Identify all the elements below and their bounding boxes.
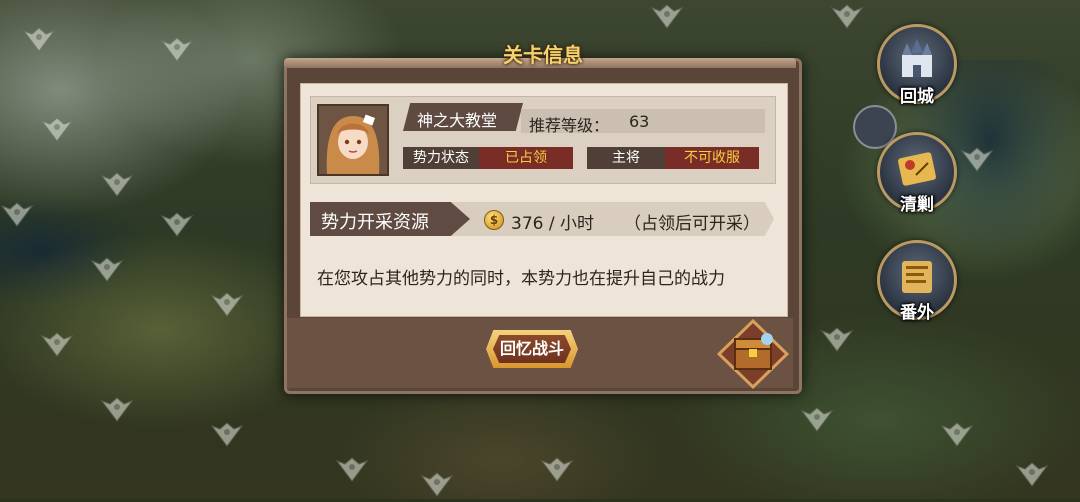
map-emblem-icon[interactable]	[100, 170, 134, 198]
resource-note: （占领后可开采）	[624, 214, 760, 234]
extra-label: 番外	[900, 303, 934, 323]
map-emblem-icon[interactable]	[160, 210, 194, 238]
scroll-icon	[902, 261, 932, 293]
map-emblem-icon[interactable]	[210, 290, 244, 318]
map-emblem-icon[interactable]	[22, 25, 56, 53]
stage-description: 在您攻占其他势力的同时，本势力也在提升自己的战力	[317, 269, 725, 289]
map-emblem-icon[interactable]	[830, 2, 864, 30]
map-emblem-icon[interactable]	[650, 2, 684, 30]
map-emblem-icon[interactable]	[160, 35, 194, 63]
stage-name: 神之大教堂	[417, 111, 498, 130]
return-city-label: 回城	[900, 87, 934, 107]
map-emblem-icon[interactable]	[800, 405, 834, 433]
stage-info-dialog: 关卡信息 神之大教堂 推荐等级： 63 势力状态 已占领 主将 不可收服 势力开…	[284, 43, 802, 394]
clear-button[interactable]: 清剿	[877, 132, 957, 215]
coin-icon: $	[484, 210, 504, 230]
map-emblem-icon[interactable]	[820, 325, 854, 353]
map-emblem-icon[interactable]	[210, 420, 244, 448]
map-emblem-icon[interactable]	[1015, 460, 1049, 488]
general-value: 不可收服	[665, 147, 759, 169]
recall-battle-button[interactable]: 回忆战斗	[493, 335, 571, 363]
extra-button[interactable]: 番外	[877, 240, 957, 323]
map-emblem-icon[interactable]	[100, 395, 134, 423]
recommended-level-value: 63	[629, 112, 650, 131]
general-label: 主将	[587, 147, 665, 169]
clear-label: 清剿	[900, 195, 934, 215]
faction-status-label: 势力状态	[403, 147, 479, 169]
map-emblem-icon[interactable]	[335, 455, 369, 483]
dialog-paper: 神之大教堂 推荐等级： 63 势力状态 已占领 主将 不可收服 势力开采资源 $…	[300, 83, 788, 317]
castle-icon	[902, 39, 932, 77]
map-emblem-icon[interactable]	[940, 420, 974, 448]
map-emblem-icon[interactable]	[90, 255, 124, 283]
recommended-level-label: 推荐等级：	[529, 116, 610, 135]
map-emblem-icon[interactable]	[40, 115, 74, 143]
resource-rate: 376 / 小时	[511, 214, 594, 234]
map-emblem-icon[interactable]	[0, 200, 34, 228]
dialog-title: 关卡信息	[503, 43, 583, 67]
faction-status-value: 已占领	[479, 147, 573, 169]
commander-avatar	[317, 104, 389, 176]
map-emblem-icon[interactable]	[540, 455, 574, 483]
treasure-map-icon	[898, 152, 936, 186]
map-emblem-icon[interactable]	[40, 330, 74, 358]
map-emblem-icon[interactable]	[420, 470, 454, 498]
map-emblem-icon[interactable]	[960, 145, 994, 173]
portrait-icon	[319, 106, 387, 174]
treasure-chest-button[interactable]	[716, 318, 790, 390]
stage-info-card: 神之大教堂 推荐等级： 63 势力状态 已占领 主将 不可收服	[310, 96, 776, 184]
treasure-chest-icon	[716, 318, 790, 390]
return-city-button[interactable]: 回城	[877, 24, 957, 107]
resource-title: 势力开采资源	[321, 212, 429, 233]
